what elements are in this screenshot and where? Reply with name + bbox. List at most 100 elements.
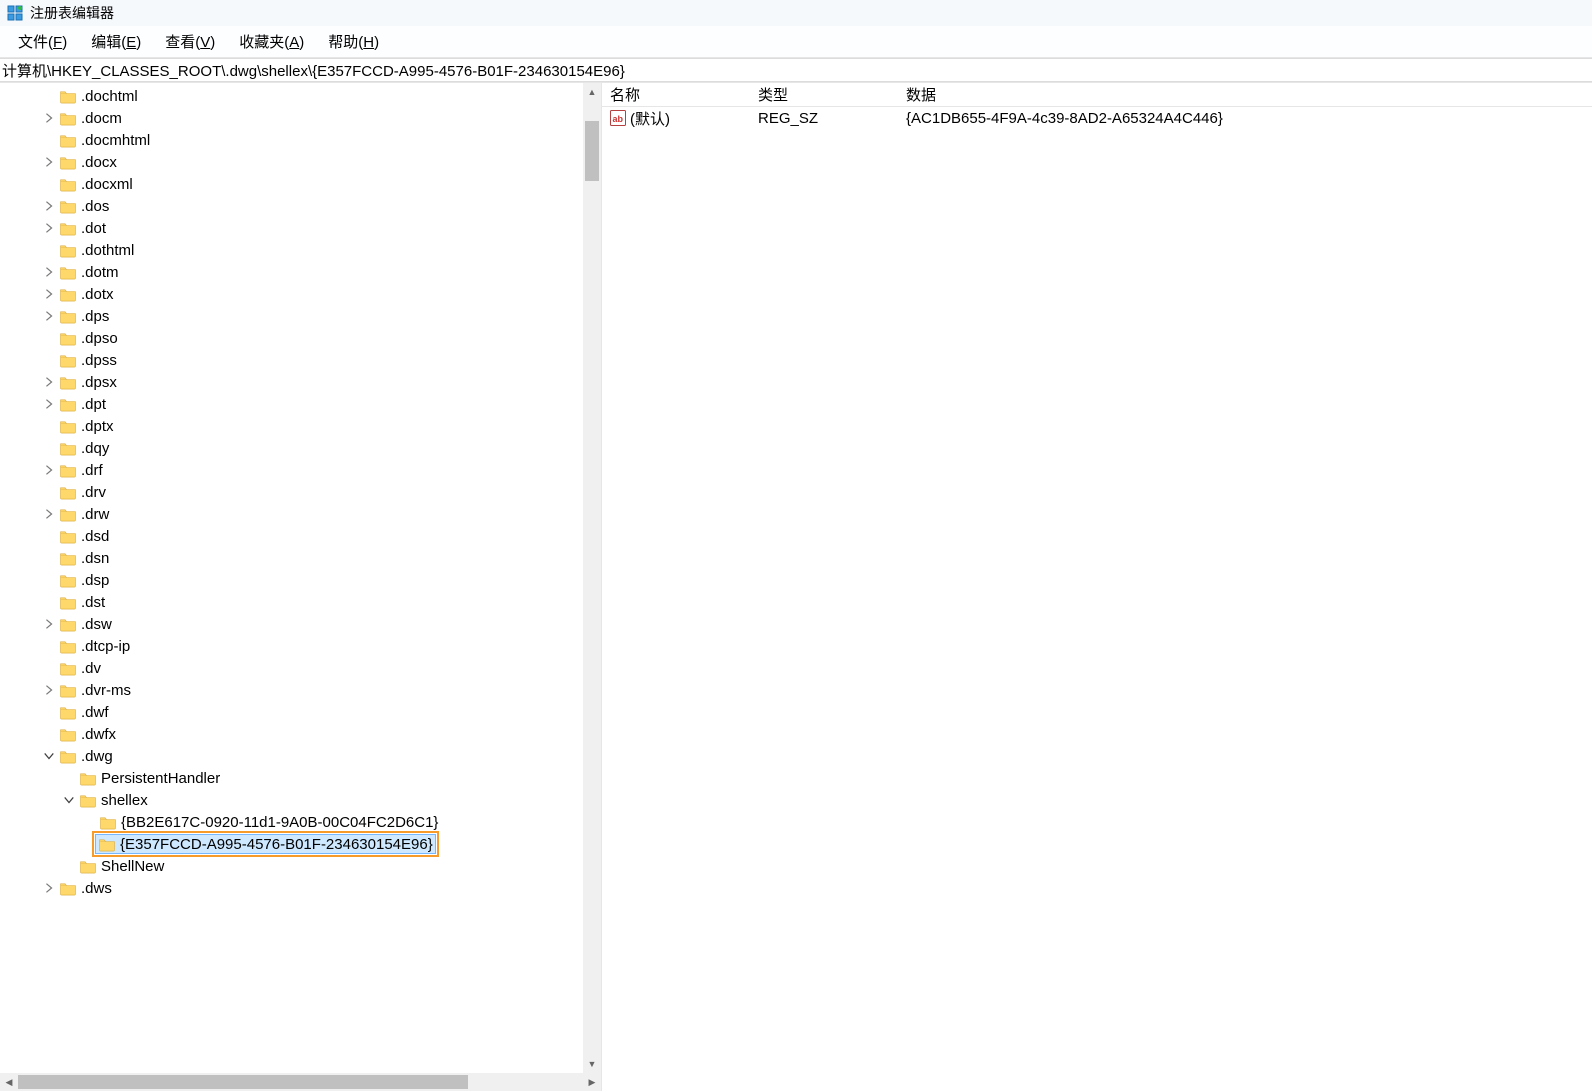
tree-item[interactable]: .dpt — [0, 393, 601, 415]
chevron-right-icon[interactable] — [42, 375, 56, 389]
tree-item[interactable]: .dst — [0, 591, 601, 613]
tree-item[interactable]: .drf — [0, 459, 601, 481]
menu-edit[interactable]: 编辑(E) — [79, 27, 153, 56]
registry-tree[interactable]: .dochtml.docm.docmhtml.docx.docxml.dos.d… — [0, 83, 601, 903]
scroll-up-icon[interactable]: ▲ — [583, 83, 601, 101]
column-data[interactable]: 数据 — [898, 83, 1592, 106]
tree-item[interactable]: .dtcp-ip — [0, 635, 601, 657]
tree-item[interactable]: ShellNew — [0, 855, 601, 877]
tree-item[interactable]: .dwfx — [0, 723, 601, 745]
chevron-right-icon[interactable] — [42, 221, 56, 235]
tree-item[interactable]: .drv — [0, 481, 601, 503]
folder-icon — [99, 815, 117, 830]
tree-item[interactable]: .dpso — [0, 327, 601, 349]
chevron-right-icon[interactable] — [42, 507, 56, 521]
tree-item[interactable]: .docx — [0, 151, 601, 173]
tree-item-label: .docxml — [81, 176, 133, 193]
tree-item[interactable]: .dothtml — [0, 239, 601, 261]
tree-item-label: .dpsx — [81, 374, 117, 391]
tree-item-label: PersistentHandler — [101, 770, 220, 787]
tree-item[interactable]: .docm — [0, 107, 601, 129]
tree-item[interactable]: .dsp — [0, 569, 601, 591]
folder-icon — [59, 463, 77, 478]
tree-item[interactable]: .drw — [0, 503, 601, 525]
vertical-thumb[interactable] — [585, 121, 599, 181]
menu-file[interactable]: 文件(F) — [6, 27, 79, 56]
menu-help[interactable]: 帮助(H) — [316, 27, 391, 56]
tree-item-label: .dptx — [81, 418, 114, 435]
menu-view[interactable]: 查看(V) — [153, 27, 227, 56]
scroll-left-icon[interactable]: ◀ — [0, 1073, 18, 1091]
chevron-right-icon[interactable] — [42, 683, 56, 697]
chevron-right-icon[interactable] — [42, 111, 56, 125]
column-name[interactable]: 名称 — [602, 83, 750, 106]
tree-item-label: .docx — [81, 154, 117, 171]
chevron-right-icon[interactable] — [42, 617, 56, 631]
tree-item[interactable]: .docmhtml — [0, 129, 601, 151]
chevron-right-icon[interactable] — [42, 881, 56, 895]
tree-item[interactable]: .dpss — [0, 349, 601, 371]
tree-horizontal-scrollbar[interactable]: ◀ ▶ — [0, 1073, 601, 1091]
tree-item[interactable]: .dot — [0, 217, 601, 239]
folder-icon — [59, 529, 77, 544]
column-type[interactable]: 类型 — [750, 83, 898, 106]
tree-item[interactable]: shellex — [0, 789, 601, 811]
tree-item[interactable]: .dotm — [0, 261, 601, 283]
chevron-right-icon[interactable] — [42, 397, 56, 411]
folder-icon — [59, 155, 77, 170]
folder-icon — [59, 441, 77, 456]
horizontal-track[interactable] — [18, 1073, 583, 1091]
tree-item[interactable]: .dvr-ms — [0, 679, 601, 701]
folder-icon — [59, 375, 77, 390]
tree-item[interactable]: .dws — [0, 877, 601, 899]
folder-icon — [59, 551, 77, 566]
value-type-cell: REG_SZ — [750, 110, 898, 127]
tree-vertical-scrollbar[interactable]: ▲ ▼ — [583, 83, 601, 1073]
value-row[interactable]: (默认)REG_SZ{AC1DB655-4F9A-4c39-8AD2-A6532… — [602, 107, 1592, 129]
tree-item[interactable]: {E357FCCD-A995-4576-B01F-234630154E96} — [0, 833, 601, 855]
tree-viewport: .dochtml.docm.docmhtml.docx.docxml.dos.d… — [0, 83, 601, 1073]
chevron-right-icon[interactable] — [42, 265, 56, 279]
vertical-track[interactable] — [583, 101, 601, 1055]
tree-item[interactable]: .dwf — [0, 701, 601, 723]
values-pane: 名称 类型 数据 (默认)REG_SZ{AC1DB655-4F9A-4c39-8… — [602, 83, 1592, 1091]
tree-item[interactable]: .dwg — [0, 745, 601, 767]
tree-item[interactable]: .dsw — [0, 613, 601, 635]
tree-item[interactable]: .dv — [0, 657, 601, 679]
folder-icon — [59, 661, 77, 676]
addressbar[interactable]: 计算机\HKEY_CLASSES_ROOT\.dwg\shellex\{E357… — [0, 58, 1592, 82]
chevron-right-icon[interactable] — [42, 309, 56, 323]
scroll-down-icon[interactable]: ▼ — [583, 1055, 601, 1073]
tree-item[interactable]: .dsn — [0, 547, 601, 569]
chevron-right-icon[interactable] — [42, 287, 56, 301]
tree-item[interactable]: .dps — [0, 305, 601, 327]
tree-item[interactable]: .dsd — [0, 525, 601, 547]
horizontal-thumb[interactable] — [18, 1075, 468, 1089]
menu-favorites[interactable]: 收藏夹(A) — [227, 27, 316, 56]
tree-item[interactable]: .dptx — [0, 415, 601, 437]
tree-item[interactable]: .dpsx — [0, 371, 601, 393]
values-list[interactable]: (默认)REG_SZ{AC1DB655-4F9A-4c39-8AD2-A6532… — [602, 107, 1592, 1091]
chevron-right-icon[interactable] — [42, 463, 56, 477]
chevron-right-icon[interactable] — [42, 155, 56, 169]
folder-icon — [79, 859, 97, 874]
tree-item-label: .dwg — [81, 748, 113, 765]
tree-item[interactable]: .dotx — [0, 283, 601, 305]
folder-icon — [59, 331, 77, 346]
tree-item-label: .docm — [81, 110, 122, 127]
tree-item-label: .dps — [81, 308, 109, 325]
tree-item[interactable]: .dochtml — [0, 85, 601, 107]
folder-icon — [59, 199, 77, 214]
tree-item[interactable]: .dqy — [0, 437, 601, 459]
tree-item-label: .dpt — [81, 396, 106, 413]
tree-item[interactable]: {BB2E617C-0920-11d1-9A0B-00C04FC2D6C1} — [0, 811, 601, 833]
chevron-down-icon[interactable] — [62, 793, 76, 807]
chevron-right-icon[interactable] — [42, 199, 56, 213]
tree-item[interactable]: .dos — [0, 195, 601, 217]
scroll-right-icon[interactable]: ▶ — [583, 1073, 601, 1091]
tree-item[interactable]: .docxml — [0, 173, 601, 195]
tree-item[interactable]: PersistentHandler — [0, 767, 601, 789]
tree-item-label: .dpss — [81, 352, 117, 369]
chevron-down-icon[interactable] — [42, 749, 56, 763]
folder-icon — [59, 617, 77, 632]
